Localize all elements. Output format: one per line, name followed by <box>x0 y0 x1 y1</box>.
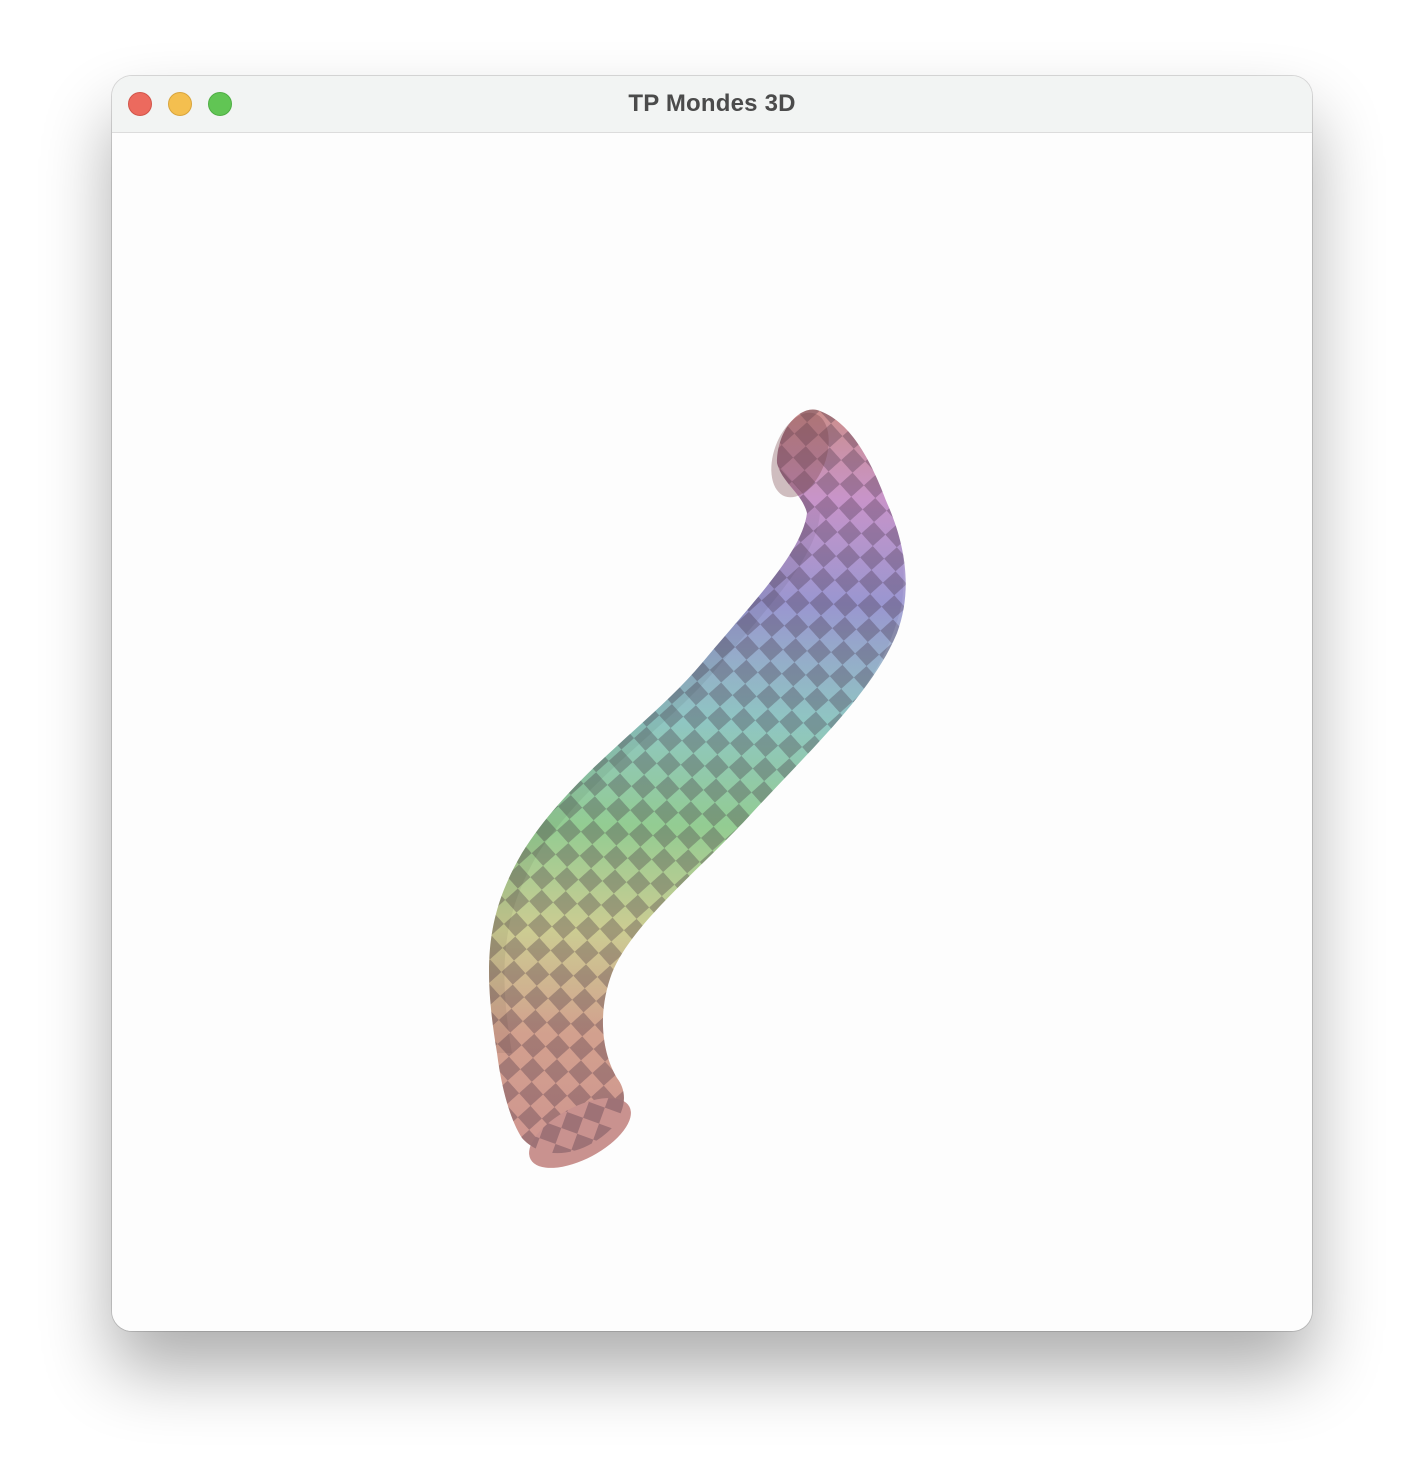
tube-mesh <box>489 409 906 1168</box>
gl-viewport[interactable] <box>112 133 1312 1331</box>
title-bar[interactable]: TP Mondes 3D <box>112 76 1312 133</box>
window-title: TP Mondes 3D <box>628 90 796 117</box>
app-window: TP Mondes 3D <box>112 76 1312 1331</box>
rendered-scene <box>489 409 906 1168</box>
